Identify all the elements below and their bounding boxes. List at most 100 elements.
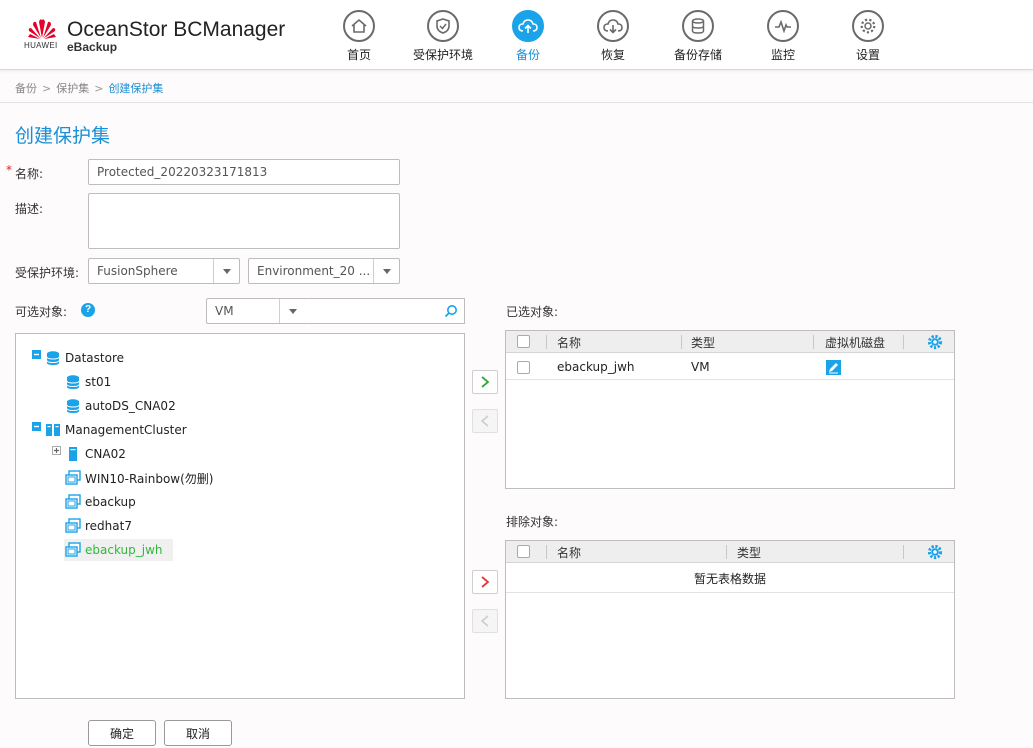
nav-protected-env[interactable]: 受保护环境 <box>401 10 485 63</box>
cancel-button[interactable]: 取消 <box>164 720 232 746</box>
nav-home[interactable]: 首页 <box>317 10 401 63</box>
description-label: 描述: <box>15 202 44 216</box>
tree-node-st01[interactable]: st01 <box>64 372 111 392</box>
breadcrumb-backup[interactable]: 备份 <box>15 82 37 95</box>
protected-env-label: 受保护环境: <box>15 266 80 280</box>
add-to-excluded-button[interactable] <box>472 570 498 594</box>
object-type-select[interactable]: VM <box>206 298 306 324</box>
tree-node-vm-ebackup-jwh[interactable]: ebackup_jwh <box>64 539 173 561</box>
env-instance-value: Environment_20 ... <box>257 264 371 278</box>
tree-node-cna02[interactable]: CNA02 <box>64 444 126 464</box>
gear-icon[interactable] <box>927 544 943 560</box>
cloud-download-icon <box>597 10 629 42</box>
select-all-checkbox[interactable] <box>517 335 530 348</box>
breadcrumb-current: 创建保护集 <box>108 82 164 95</box>
cloud-upload-icon <box>512 10 544 42</box>
excluded-objects-label: 排除对象: <box>506 515 559 529</box>
logo-text: HUAWEI <box>24 41 58 50</box>
cluster-icon <box>44 422 61 439</box>
chevron-right-icon: > <box>94 82 104 95</box>
description-textarea[interactable] <box>88 193 400 249</box>
env-instance-select[interactable]: Environment_20 ... <box>248 258 400 284</box>
vm-icon <box>64 518 81 535</box>
row-type: VM <box>691 360 710 374</box>
nav-label: 恢复 <box>600 48 625 62</box>
tree-node-vm-redhat7[interactable]: redhat7 <box>64 516 132 536</box>
collapse-icon[interactable] <box>32 422 41 431</box>
excluded-objects-table: 名称 类型 暂无表格数据 <box>505 540 955 699</box>
nav-restore[interactable]: 恢复 <box>571 10 655 63</box>
tree-node-label: st01 <box>85 375 112 389</box>
tree-node-datastore[interactable]: Datastore <box>44 348 124 368</box>
chevron-right-icon <box>481 376 490 388</box>
tree-node-label: Datastore <box>65 351 125 365</box>
datastore-icon <box>64 398 81 415</box>
chevron-right-icon: > <box>42 82 52 95</box>
vm-icon <box>64 542 81 559</box>
divider <box>0 102 1033 103</box>
gear-icon <box>852 10 884 42</box>
tree-node-label: ebackup_jwh <box>85 543 163 557</box>
table-header: 名称 类型 <box>506 541 954 563</box>
tree-node-label: ebackup <box>85 495 136 509</box>
env-type-select[interactable]: FusionSphere <box>88 258 240 284</box>
tree-node-autods-cna02[interactable]: autoDS_CNA02 <box>64 396 176 416</box>
object-tree: Datastore st01 autoDS_CNA02 ManagementCl… <box>15 333 465 699</box>
column-name[interactable]: 名称 <box>557 331 581 353</box>
column-type[interactable]: 类型 <box>737 541 761 563</box>
tree-node-label: autoDS_CNA02 <box>85 399 176 413</box>
required-mark: * <box>6 163 12 177</box>
column-name[interactable]: 名称 <box>557 541 581 563</box>
empty-table-message: 暂无表格数据 <box>506 564 954 593</box>
nav-label: 监控 <box>770 48 795 62</box>
datastore-icon <box>64 374 81 391</box>
add-to-selected-button[interactable] <box>472 370 498 394</box>
edit-disk-icon[interactable] <box>826 354 841 380</box>
page-title: 创建保护集 <box>15 125 111 147</box>
help-icon[interactable]: ? <box>81 303 95 317</box>
selected-objects-table: 名称 类型 虚拟机磁盘 ebackup_jwh VM <box>505 330 955 489</box>
expand-icon[interactable] <box>52 446 61 455</box>
search-input[interactable] <box>305 298 465 324</box>
remove-from-excluded-button[interactable] <box>472 609 498 633</box>
huawei-logo <box>28 19 56 39</box>
tree-node-management-cluster[interactable]: ManagementCluster <box>44 420 187 440</box>
product-title: OceanStor BCManager <box>67 18 286 41</box>
available-objects-label: 可选对象: <box>15 305 68 319</box>
breadcrumb: 备份 > 保护集 > 创建保护集 <box>15 80 163 96</box>
tree-node-vm-win10[interactable]: WIN10-Rainbow(勿删) <box>64 468 214 488</box>
name-label: 名称: <box>15 167 44 181</box>
nav-backup[interactable]: 备份 <box>486 10 570 63</box>
collapse-icon[interactable] <box>32 350 41 359</box>
remove-from-selected-button[interactable] <box>472 409 498 433</box>
top-header: HUAWEI OceanStor BCManager eBackup 首页 受保… <box>0 0 1033 70</box>
tree-node-label: CNA02 <box>85 447 126 461</box>
row-checkbox[interactable] <box>517 361 530 374</box>
column-vm-disk[interactable]: 虚拟机磁盘 <box>825 331 885 353</box>
chevron-right-icon <box>481 576 490 588</box>
breadcrumb-protection-set[interactable]: 保护集 <box>56 82 89 95</box>
select-all-checkbox[interactable] <box>517 545 530 558</box>
gear-icon[interactable] <box>927 334 943 350</box>
name-input[interactable]: Protected_20220323171813 <box>88 159 400 185</box>
column-type[interactable]: 类型 <box>691 331 715 353</box>
nav-label: 备份 <box>515 48 540 62</box>
chevron-left-icon <box>480 415 489 427</box>
nav-monitor[interactable]: 监控 <box>741 10 825 63</box>
chevron-down-icon <box>279 299 305 323</box>
nav-label: 受保护环境 <box>412 48 473 62</box>
tree-node-vm-ebackup[interactable]: ebackup <box>64 492 136 512</box>
nav-label: 备份存储 <box>673 48 722 62</box>
nav-backup-storage[interactable]: 备份存储 <box>656 10 740 63</box>
object-type-value: VM <box>215 304 234 318</box>
confirm-button[interactable]: 确定 <box>88 720 156 746</box>
env-type-value: FusionSphere <box>97 264 178 278</box>
search-icon[interactable] <box>444 304 458 318</box>
nav-label: 设置 <box>855 48 880 62</box>
tree-node-label: redhat7 <box>85 519 132 533</box>
table-row[interactable]: ebackup_jwh VM <box>506 354 954 380</box>
chevron-left-icon <box>480 615 489 627</box>
vm-icon <box>64 494 81 511</box>
nav-settings[interactable]: 设置 <box>826 10 910 63</box>
host-icon <box>64 446 81 463</box>
